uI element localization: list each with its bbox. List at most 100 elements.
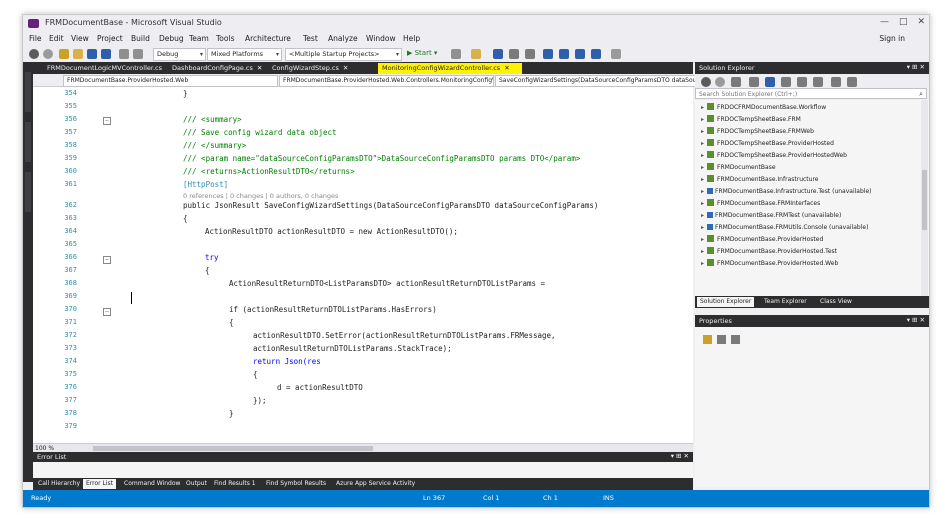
comment-icon[interactable] xyxy=(509,49,519,59)
browser-link-icon[interactable] xyxy=(471,49,481,59)
tab-command-window[interactable]: Command Window xyxy=(121,479,183,489)
next-bookmark-icon[interactable] xyxy=(575,49,585,59)
scroll-thumb[interactable] xyxy=(922,170,927,230)
tree-item[interactable]: ▸ FRMDocumentBase.FRMTest (unavailable) xyxy=(701,210,841,221)
member-nav-dropdown[interactable]: SaveConfigWizardSettings(DataSourceConfi… xyxy=(495,75,696,87)
collapse-region-icon[interactable]: − xyxy=(103,117,111,125)
forward-icon[interactable] xyxy=(43,49,53,59)
doc-tab-1[interactable]: FRMDocumentLogicMVController.cs✕ xyxy=(43,63,162,74)
menu-debug[interactable]: Debug xyxy=(159,34,184,43)
expand-arrow-icon[interactable]: ▸ xyxy=(701,200,704,207)
collapse-all-icon[interactable] xyxy=(781,77,791,87)
tab-call-hierarchy[interactable]: Call Hierarchy xyxy=(35,479,83,489)
project-nav-dropdown[interactable]: FRMDocumentBase.ProviderHosted.Web xyxy=(63,75,278,87)
expand-arrow-icon[interactable]: ▸ xyxy=(701,152,704,159)
expand-arrow-icon[interactable]: ▸ xyxy=(701,140,704,147)
doc-tab-2[interactable]: DashboardConfigPage.cs ✕ xyxy=(168,63,262,74)
tree-item[interactable]: ▸ FRDOCTempSheetBase.FRM xyxy=(701,114,801,125)
property-pages-icon[interactable] xyxy=(731,335,740,344)
tree-item[interactable]: ▸ FRMDocumentBase.ProviderHosted.Test xyxy=(701,246,837,257)
back-icon[interactable] xyxy=(701,77,711,87)
find-icon[interactable] xyxy=(493,49,503,59)
save-all-icon[interactable] xyxy=(101,49,111,59)
menu-test[interactable]: Test xyxy=(303,34,318,43)
menu-view[interactable]: View xyxy=(71,34,89,43)
tab-azure-activity[interactable]: Azure App Service Activity xyxy=(333,479,418,489)
pin-icon[interactable]: ✕ xyxy=(257,64,262,72)
properties-icon[interactable] xyxy=(813,77,823,87)
menu-tools[interactable]: Tools xyxy=(216,34,234,43)
menu-project[interactable]: Project xyxy=(97,34,123,43)
show-all-files-icon[interactable] xyxy=(797,77,807,87)
server-explorer-tab[interactable] xyxy=(25,72,31,112)
tab-output[interactable]: Output xyxy=(183,479,210,489)
menu-file[interactable]: File xyxy=(29,34,42,43)
tree-item[interactable]: ▸ FRMDocumentBase.FRMUtils.Console (unava… xyxy=(701,222,868,233)
expand-arrow-icon[interactable]: ▸ xyxy=(701,224,704,231)
tree-item[interactable]: ▸ FRMDocumentBase.ProviderHosted.Web xyxy=(701,258,838,269)
solution-platform-dropdown[interactable]: Mixed Platforms xyxy=(207,48,282,61)
menu-team[interactable]: Team xyxy=(189,34,209,43)
panel-controls[interactable]: ▾ ⊞ ✕ xyxy=(907,316,925,324)
forward-icon[interactable] xyxy=(715,77,725,87)
undo-icon[interactable] xyxy=(119,49,129,59)
tree-item[interactable]: ▸ FRMDocumentBase xyxy=(701,162,776,173)
menu-build[interactable]: Build xyxy=(131,34,150,43)
redo-icon[interactable] xyxy=(133,49,143,59)
prev-bookmark-icon[interactable] xyxy=(559,49,569,59)
tree-item[interactable]: ▸ FRMDocumentBase.Infrastructure xyxy=(701,174,818,185)
save-icon[interactable] xyxy=(87,49,97,59)
menu-edit[interactable]: Edit xyxy=(49,34,64,43)
back-icon[interactable] xyxy=(29,49,39,59)
tab-find-symbol-results[interactable]: Find Symbol Results xyxy=(263,479,329,489)
sign-in-link[interactable]: Sign in xyxy=(879,34,905,43)
tree-item[interactable]: ▸ FRMDocumentBase.Infrastructure.Test (un… xyxy=(701,186,871,197)
home-icon[interactable] xyxy=(731,77,741,87)
pin-icon[interactable]: ✕ xyxy=(343,64,348,72)
categorized-icon[interactable] xyxy=(703,335,712,344)
refresh-icon[interactable] xyxy=(451,49,461,59)
expand-arrow-icon[interactable]: ▸ xyxy=(701,176,704,183)
solution-explorer-search[interactable]: Search Solution Explorer (Ctrl+;) ⌕ xyxy=(695,88,927,99)
doc-tab-active[interactable]: MonitoringConfigWizardController.cs ✕ xyxy=(378,63,522,74)
start-button[interactable]: ▶ Start ▾ xyxy=(407,49,437,57)
sql-explorer-tab[interactable] xyxy=(25,172,31,212)
codelens-hint[interactable]: 0 references | 0 changes | 0 authors, 0 … xyxy=(183,192,338,200)
expand-arrow-icon[interactable]: ▸ xyxy=(701,104,704,111)
expand-arrow-icon[interactable]: ▸ xyxy=(701,116,704,123)
collapse-region-icon[interactable]: − xyxy=(103,308,111,316)
tree-item[interactable]: ▸ FRDOCTempSheetBase.ProviderHostedWeb xyxy=(701,150,847,161)
tab-team-explorer[interactable]: Team Explorer xyxy=(761,297,810,307)
close-tab-icon[interactable]: ✕ xyxy=(504,64,509,72)
doc-tab-3[interactable]: ConfigWizardStep.cs ✕ xyxy=(268,63,372,74)
solution-tree-scrollbar[interactable] xyxy=(921,100,928,296)
tab-class-view[interactable]: Class View xyxy=(817,297,855,307)
expand-arrow-icon[interactable]: ▸ xyxy=(701,248,704,255)
view-code-icon[interactable] xyxy=(831,77,841,87)
panel-controls[interactable]: ▾ ⊞ ✕ xyxy=(671,452,689,460)
close-button[interactable]: ✕ xyxy=(917,17,925,27)
code-editor[interactable]: 354 355 356 357 358 359 360 361 362 363 … xyxy=(33,87,693,443)
uncomment-icon[interactable] xyxy=(525,49,535,59)
open-folder-icon[interactable] xyxy=(73,49,83,59)
preview-icon[interactable] xyxy=(847,77,857,87)
tree-item[interactable]: ▸ FRDOCFRMDocumentBase.Workflow xyxy=(701,102,826,113)
expand-arrow-icon[interactable]: ▸ xyxy=(701,260,704,267)
collapse-region-icon[interactable]: − xyxy=(103,256,111,264)
expand-arrow-icon[interactable]: ▸ xyxy=(701,236,704,243)
tab-solution-explorer[interactable]: Solution Explorer xyxy=(697,297,755,307)
tree-item[interactable]: ▸ FRMDocumentBase.FRMInterfaces xyxy=(701,198,820,209)
tree-item[interactable]: ▸ FRMDocumentBase.ProviderHosted xyxy=(701,234,823,245)
menu-architecture[interactable]: Architecture xyxy=(245,34,291,43)
expand-arrow-icon[interactable]: ▸ xyxy=(701,164,704,171)
new-project-icon[interactable] xyxy=(59,49,69,59)
sync-icon[interactable] xyxy=(749,77,759,87)
scroll-thumb[interactable] xyxy=(93,446,373,451)
tab-error-list[interactable]: Error List xyxy=(83,479,117,489)
solution-configuration-dropdown[interactable]: Debug xyxy=(153,48,206,61)
menu-help[interactable]: Help xyxy=(403,34,420,43)
toolbox-tab[interactable] xyxy=(25,122,31,162)
minimize-button[interactable]: — xyxy=(880,17,889,27)
expand-arrow-icon[interactable]: ▸ xyxy=(701,128,704,135)
menu-analyze[interactable]: Analyze xyxy=(328,34,358,43)
